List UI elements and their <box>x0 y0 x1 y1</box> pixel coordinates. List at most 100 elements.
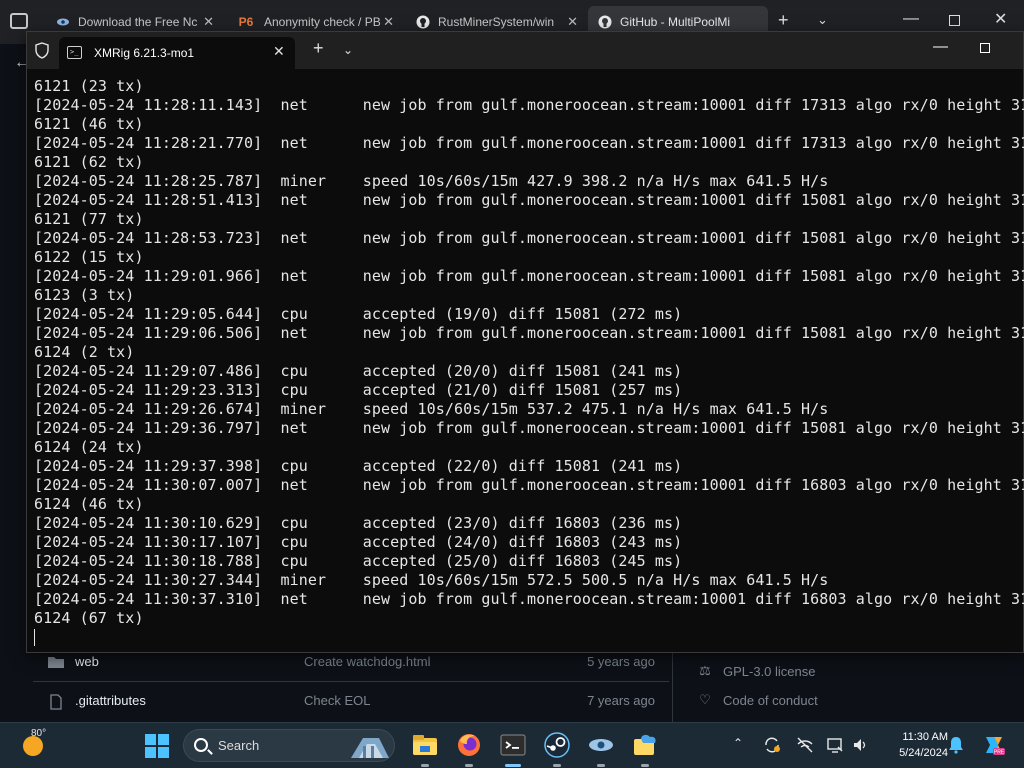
github-icon <box>598 15 612 29</box>
file-icon <box>47 693 65 710</box>
terminal-line: [2024-05-24 11:28:21.770] net new job fr… <box>34 134 1024 152</box>
close-tab-icon[interactable]: ✕ <box>567 14 578 30</box>
minimize-button[interactable]: — <box>933 38 948 55</box>
commit-message[interactable]: Create watchdog.html <box>304 654 430 669</box>
clock-time: 11:30 AM <box>902 731 948 743</box>
search-icon <box>194 738 208 752</box>
terminal-output[interactable]: 6121 (23 tx) [2024-05-24 11:28:11.143] ne… <box>34 77 1024 649</box>
display-icon[interactable] <box>826 736 844 754</box>
terminal-line: [2024-05-24 11:28:51.413] net new job fr… <box>34 191 1024 209</box>
copilot-icon[interactable]: PRE <box>982 733 1006 757</box>
running-indicator <box>465 764 473 767</box>
terminal-line: 6121 (77 tx) <box>34 210 144 228</box>
commit-age: 5 years ago <box>587 654 655 669</box>
file-name[interactable]: web <box>75 654 99 669</box>
new-tab-button[interactable]: + <box>778 10 789 31</box>
close-tab-icon[interactable]: ✕ <box>203 14 214 30</box>
terminal-line: 6124 (2 tx) <box>34 343 135 361</box>
taskbar: 80° Search ⌃ 11:30 AM 5/24/2024 PRE <box>0 722 1024 768</box>
active-indicator <box>505 764 521 767</box>
clock-date: 5/24/2024 <box>899 747 948 759</box>
chevron-up-icon[interactable]: ⌃ <box>733 736 743 750</box>
code-of-conduct-link[interactable]: ♡ Code of conduct <box>697 692 818 708</box>
code-of-conduct-label: Code of conduct <box>723 692 818 708</box>
windows-logo-icon <box>145 734 156 745</box>
terminal-line: [2024-05-24 11:29:07.486] cpu accepted (… <box>34 362 683 380</box>
terminal-line: [2024-05-24 11:30:18.788] cpu accepted (… <box>34 552 683 570</box>
chevron-down-icon[interactable]: ⌄ <box>817 12 828 28</box>
bell-icon[interactable] <box>948 736 964 754</box>
terminal-line: 6122 (15 tx) <box>34 248 144 266</box>
maximize-button[interactable] <box>980 43 990 53</box>
search-highlight-icon <box>349 732 393 760</box>
running-indicator <box>597 764 605 767</box>
running-indicator <box>641 764 649 767</box>
console-icon: >_ <box>67 46 82 59</box>
terminal-line: [2024-05-24 11:29:01.966] net new job fr… <box>34 267 1024 285</box>
license-link[interactable]: ⚖ GPL-3.0 license <box>697 663 816 679</box>
terminal-line: [2024-05-24 11:29:06.506] net new job fr… <box>34 324 1024 342</box>
terminal-line: 6123 (3 tx) <box>34 286 135 304</box>
close-window-button[interactable]: ✕ <box>994 9 1007 29</box>
github-icon <box>416 15 430 29</box>
running-indicator <box>553 764 561 767</box>
clock[interactable]: 11:30 AM 5/24/2024 <box>878 729 948 761</box>
terminal-tab-title: XMRig 6.21.3-mo1 <box>94 46 195 60</box>
terminal-line: [2024-05-24 11:29:23.313] cpu accepted (… <box>34 381 683 399</box>
license-label: GPL-3.0 license <box>723 663 816 679</box>
close-tab-icon[interactable]: ✕ <box>383 14 394 30</box>
terminal-line: [2024-05-24 11:29:05.644] cpu accepted (… <box>34 305 683 323</box>
close-tab-button[interactable]: ✕ <box>273 43 285 60</box>
running-indicator <box>421 764 429 767</box>
terminal-line: [2024-05-24 11:30:17.107] cpu accepted (… <box>34 533 683 551</box>
network-off-icon[interactable] <box>796 736 814 754</box>
firefox-icon[interactable] <box>455 731 483 767</box>
chevron-down-icon[interactable]: ⌄ <box>343 43 353 57</box>
browser-tab-1-label: Download the Free Nc <box>78 15 198 29</box>
terminal-line: [2024-05-24 11:30:27.344] miner speed 10… <box>34 571 829 589</box>
file-explorer-icon[interactable] <box>411 731 439 767</box>
terminal-line: [2024-05-24 11:29:36.797] net new job fr… <box>34 419 1024 437</box>
tab-actions-icon[interactable] <box>10 13 28 29</box>
search-label: Search <box>218 738 260 753</box>
commit-age: 7 years ago <box>587 693 655 708</box>
taskbar-search[interactable]: Search <box>183 729 395 762</box>
terminal-line: [2024-05-24 11:28:25.787] miner speed 10… <box>34 172 829 190</box>
browser-tab-4-label: GitHub - MultiPoolMi <box>620 15 731 29</box>
eye-app-icon[interactable] <box>587 731 615 767</box>
sun-icon <box>23 736 43 756</box>
terminal-line: 6124 (24 tx) <box>34 438 144 456</box>
terminal-window: >_ XMRig 6.21.3-mo1 ✕ + ⌄ — 6121 (23 tx)… <box>26 31 1024 653</box>
terminal-tab[interactable]: >_ XMRig 6.21.3-mo1 ✕ <box>59 37 295 69</box>
sync-icon[interactable] <box>763 736 781 754</box>
terminal-titlebar: >_ XMRig 6.21.3-mo1 ✕ + ⌄ — <box>27 32 1023 69</box>
scale-icon: ⚖ <box>699 663 711 678</box>
svg-text:PRE: PRE <box>994 750 1005 756</box>
commit-message[interactable]: Check EOL <box>304 693 370 708</box>
start-button[interactable] <box>145 734 169 758</box>
heart-icon: ♡ <box>699 692 711 707</box>
steam-icon[interactable] <box>543 731 571 767</box>
maximize-button[interactable] <box>949 15 960 26</box>
terminal-prompt-line[interactable] <box>34 628 1024 647</box>
file-row[interactable]: .gitattributes Check EOL 7 years ago <box>33 681 669 719</box>
minimize-button[interactable]: — <box>903 10 919 28</box>
browser-tab-2-label: Anonymity check / PB <box>264 15 381 29</box>
terminal-line: [2024-05-24 11:29:37.398] cpu accepted (… <box>34 457 683 475</box>
terminal-line: 6124 (46 tx) <box>34 495 144 513</box>
new-tab-button[interactable]: + <box>313 38 324 59</box>
terminal-line: [2024-05-24 11:30:37.310] net new job fr… <box>34 590 1024 608</box>
browser-tab-3-label: RustMinerSystem/win <box>438 15 555 29</box>
terminal-line: [2024-05-24 11:30:07.007] net new job fr… <box>34 476 1024 494</box>
terminal-line: [2024-05-24 11:28:53.723] net new job fr… <box>34 229 1024 247</box>
folder-cloud-icon[interactable] <box>631 731 659 767</box>
p6-icon: P6 <box>238 15 254 29</box>
volume-icon[interactable] <box>852 736 870 754</box>
divider <box>672 653 673 722</box>
folder-icon <box>47 655 65 669</box>
terminal-icon[interactable] <box>499 731 527 767</box>
terminal-line: 6121 (46 tx) <box>34 115 144 133</box>
file-name[interactable]: .gitattributes <box>75 693 146 708</box>
terminal-line: [2024-05-24 11:29:26.674] miner speed 10… <box>34 400 829 418</box>
text-cursor <box>34 629 35 646</box>
